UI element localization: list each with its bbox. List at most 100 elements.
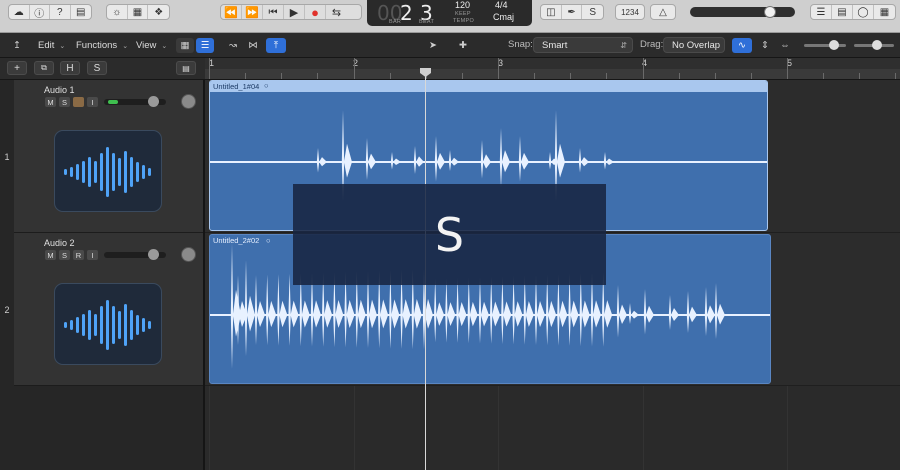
vertical-zoom-slider[interactable]	[804, 40, 846, 50]
volume-knob[interactable]	[147, 96, 159, 107]
chevron-down-icon: ⌄	[122, 42, 129, 50]
solo-mode-icon[interactable]: S	[582, 5, 603, 19]
flex-icon[interactable]: ⋈	[244, 38, 262, 53]
list-editors-icon[interactable]: ☰	[811, 5, 832, 19]
count-in-button[interactable]: 1234	[615, 4, 645, 20]
track-name[interactable]: Audio 2	[44, 238, 75, 248]
global-tracks-button[interactable]: ▤	[176, 61, 196, 75]
waveform-transient	[365, 138, 376, 180]
snap-select[interactable]: Smart ⇵	[533, 37, 633, 53]
pan-knob[interactable]	[181, 247, 196, 262]
horizontal-zoom-knob[interactable]	[872, 40, 882, 50]
icon-bar	[76, 317, 79, 333]
waveform-transient	[244, 260, 255, 357]
lcd-key[interactable]: Cmaj	[493, 12, 514, 22]
go-to-beginning-icon[interactable]: ⏮	[263, 5, 284, 19]
list-view-icon[interactable]: ☰	[196, 38, 214, 53]
icon-bar	[142, 318, 145, 332]
ruler-tick	[461, 73, 463, 79]
icon-bar	[100, 153, 103, 191]
drag-select[interactable]: No Overlap	[663, 37, 725, 53]
ruler-tick	[895, 73, 897, 79]
lcd-display[interactable]: 00 2 3 BAR BEAT 120 KEEP TEMPO 4/4 Cmaj	[367, 0, 532, 26]
pointer-tool-icon[interactable]: ➤	[426, 38, 440, 53]
icon-bar	[136, 315, 139, 335]
solo-label: S	[61, 97, 67, 107]
record-enable-button[interactable]	[73, 97, 84, 107]
horizontal-zoom-icon[interactable]: ⇔	[776, 38, 794, 53]
browser-icon[interactable]: ▦	[874, 5, 895, 19]
grid-view-icon[interactable]: ▦	[176, 38, 194, 53]
mute-button[interactable]: M	[45, 97, 56, 107]
solo-button[interactable]: S	[59, 250, 70, 260]
icon-bar	[106, 147, 109, 197]
record-icon[interactable]: ●	[305, 5, 326, 20]
tuner-icon[interactable]: ✒	[562, 5, 583, 19]
mixer-icon[interactable]: ▦	[128, 5, 149, 19]
pan-knob[interactable]	[181, 94, 196, 109]
region-header[interactable]	[210, 81, 767, 92]
ruler-tick	[281, 73, 283, 79]
solo-button[interactable]: S	[59, 97, 70, 107]
icon-bar	[94, 314, 97, 336]
master-volume-knob[interactable]	[764, 6, 777, 18]
waveform-transient	[478, 277, 489, 344]
waveform-transient	[643, 289, 654, 335]
lcd-time-signature[interactable]: 4/4	[495, 0, 508, 10]
track-header-audio-1[interactable]: Audio 1 M S I	[14, 80, 205, 233]
vertical-zoom-icon[interactable]: ⇕	[758, 38, 772, 53]
tracks-toolbar: ↥ Edit ⌄ Functions ⌄ View ⌄ ▦ ☰ ↝ ⋈ ⤒ ➤ ✚ S…	[0, 33, 900, 58]
toolbar-toggle-icon[interactable]: ▤	[71, 5, 91, 19]
master-volume-slider[interactable]	[690, 6, 795, 18]
duplicate-track-button[interactable]: ⧉	[34, 61, 54, 75]
waveform-transient	[230, 243, 241, 369]
loop-browser-icon[interactable]: ◯	[853, 5, 874, 19]
waveform-zoom-icon[interactable]: ∿	[732, 38, 752, 53]
icon-bar	[130, 157, 133, 187]
lcd-tempo[interactable]: 120	[455, 0, 470, 10]
rewind-icon[interactable]: ⏪	[221, 5, 242, 19]
note-pad-icon[interactable]: ▤	[832, 5, 853, 19]
editors-icon[interactable]: ❖	[148, 5, 169, 19]
chevron-down-icon: ⌄	[161, 42, 168, 50]
track-list-empty-area[interactable]	[0, 386, 205, 470]
view-menu[interactable]: View ⌄	[130, 38, 173, 53]
metronome-button[interactable]: △	[650, 4, 676, 20]
global-solo-button[interactable]: S	[87, 61, 107, 75]
automation-icon[interactable]: ↝	[224, 38, 242, 53]
catch-icon[interactable]: ⤒	[266, 38, 286, 53]
fast-forward-icon[interactable]: ⏩	[242, 5, 263, 19]
horizontal-zoom-slider[interactable]	[854, 40, 894, 50]
ruler[interactable]: 1 2 3 4 5	[205, 58, 900, 80]
waveform-transient	[499, 128, 510, 188]
record-enable-button[interactable]: R	[73, 250, 84, 260]
play-icon[interactable]: ▶	[284, 5, 305, 19]
input-monitoring-button[interactable]: I	[87, 97, 98, 107]
cycle-icon[interactable]: ⇆	[326, 5, 347, 19]
waveform-transient	[714, 283, 725, 339]
info-icon[interactable]: ⓘ	[30, 5, 50, 20]
secondary-tool-icon[interactable]: ✚	[452, 38, 474, 53]
cycle-strip[interactable]	[205, 69, 900, 79]
smart-controls-icon[interactable]: ☼	[107, 5, 128, 19]
waveform-transient	[266, 274, 277, 346]
track-header-audio-2[interactable]: Audio 2 M S R I	[14, 233, 205, 386]
help-icon[interactable]: ?	[50, 5, 71, 19]
browser-buttons-group: ☰ ▤ ◯ ▦	[810, 4, 896, 20]
vertical-zoom-knob[interactable]	[829, 40, 839, 50]
ruler-tick	[823, 73, 825, 79]
catch-up-icon[interactable]: ↥	[10, 38, 24, 53]
drag-value: No Overlap	[672, 39, 721, 51]
edit-menu[interactable]: Edit ⌄	[32, 38, 71, 53]
ruler-tick	[606, 73, 608, 79]
track-name[interactable]: Audio 1	[44, 85, 75, 95]
add-track-label: +	[14, 62, 20, 74]
library-icon[interactable]: ☁	[9, 5, 30, 19]
volume-knob[interactable]	[147, 249, 159, 260]
add-track-button[interactable]: +	[7, 61, 27, 75]
replace-icon[interactable]: ◫	[541, 5, 562, 19]
functions-menu[interactable]: Functions ⌄	[70, 38, 134, 53]
hide-tracks-button[interactable]: H	[60, 61, 80, 75]
input-monitoring-button[interactable]: I	[87, 250, 98, 260]
mute-button[interactable]: M	[45, 250, 56, 260]
